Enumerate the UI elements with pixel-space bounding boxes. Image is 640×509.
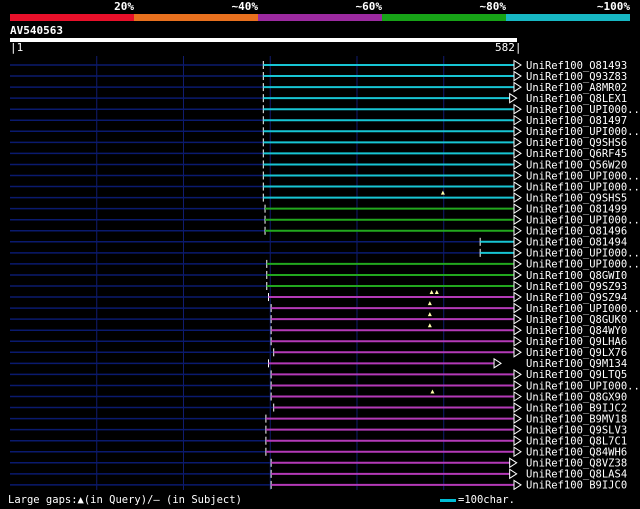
query-gap-mark [427, 301, 432, 306]
query-gap-mark [427, 312, 432, 317]
hit-end-arrow [513, 114, 522, 126]
hit-end-arrow [513, 59, 522, 71]
query-gap-mark [440, 190, 445, 195]
query-start-value: 1 [16, 41, 24, 54]
hit-end-arrow [513, 335, 522, 347]
query-name: AV540563 [10, 24, 63, 37]
hit-end-arrow [513, 324, 522, 336]
legend-swatch-20 [10, 14, 134, 21]
hit-end-arrow [513, 479, 522, 490]
hit-end-arrow [513, 313, 522, 325]
hit-end-arrow [509, 457, 518, 469]
scale-legend: =100char. [440, 494, 515, 507]
hit-end-arrow [513, 103, 522, 115]
hit-end-arrow [513, 269, 522, 281]
hit-end-arrow [513, 214, 522, 226]
hit-end-arrow [513, 159, 522, 170]
query-gap-mark [429, 290, 434, 295]
hit-end-arrow [513, 291, 522, 303]
hit-end-arrow [493, 357, 502, 369]
hit-end-arrow [513, 413, 522, 425]
legend-label-100: ~100% [596, 0, 630, 13]
hit-end-arrow [513, 346, 522, 358]
scale-bar [440, 498, 456, 502]
hit-end-arrow [513, 280, 522, 292]
query-start-label: |1 [10, 41, 24, 54]
hit-end-arrow [513, 380, 522, 391]
identity-color-legend [10, 14, 630, 21]
legend-swatch-100 [506, 14, 630, 21]
hit-end-arrow [513, 225, 522, 237]
hit-end-arrow [513, 435, 522, 447]
gap-legend: Large gaps:▲(in Query)/– (in Subject) [8, 494, 242, 506]
legend-label-20: 20% [114, 0, 134, 13]
hit-end-arrow [513, 368, 522, 380]
alignment-plot: UniRef100_O81493UniRef100_Q93Z83UniRef10… [10, 56, 640, 490]
hit-end-arrow [509, 468, 518, 480]
hit-end-arrow [513, 446, 522, 458]
query-gap-mark [434, 290, 439, 295]
query-gap-mark [427, 323, 432, 328]
hit-end-arrow [513, 391, 522, 402]
hit-end-arrow [513, 302, 522, 314]
hit-end-arrow [513, 424, 522, 436]
scale-label: =100char. [458, 494, 515, 506]
hit-end-arrow [513, 258, 522, 270]
hit-end-arrow [513, 136, 522, 148]
hit-end-arrow [513, 236, 522, 248]
hit-end-arrow [513, 181, 522, 192]
legend-swatch-80 [382, 14, 506, 21]
query-gap-mark [430, 389, 435, 394]
hit-label[interactable]: UniRef100_B9IJC0 [526, 480, 627, 490]
hit-end-arrow [513, 81, 522, 93]
hit-end-arrow [513, 125, 522, 137]
legend-label-40: ~40% [231, 0, 259, 13]
hit-end-arrow [513, 247, 522, 259]
hit-end-arrow [513, 203, 522, 215]
hit-end-arrow [513, 402, 522, 413]
legend-label-60: ~60% [355, 0, 383, 13]
legend-swatch-60 [258, 14, 382, 21]
hit-end-arrow [513, 192, 522, 204]
hit-end-arrow [513, 70, 522, 82]
query-end-value: 582 [495, 41, 515, 54]
legend-swatch-40 [134, 14, 258, 21]
legend-label-80: ~80% [479, 0, 507, 13]
query-end-label: 582| [495, 41, 522, 54]
hit-end-arrow [513, 147, 522, 159]
hit-end-arrow [509, 92, 518, 104]
query-bar [10, 38, 517, 42]
hit-end-arrow [513, 170, 522, 181]
identity-legend-labels: 20% ~40% ~60% ~80% ~100% [10, 0, 630, 13]
